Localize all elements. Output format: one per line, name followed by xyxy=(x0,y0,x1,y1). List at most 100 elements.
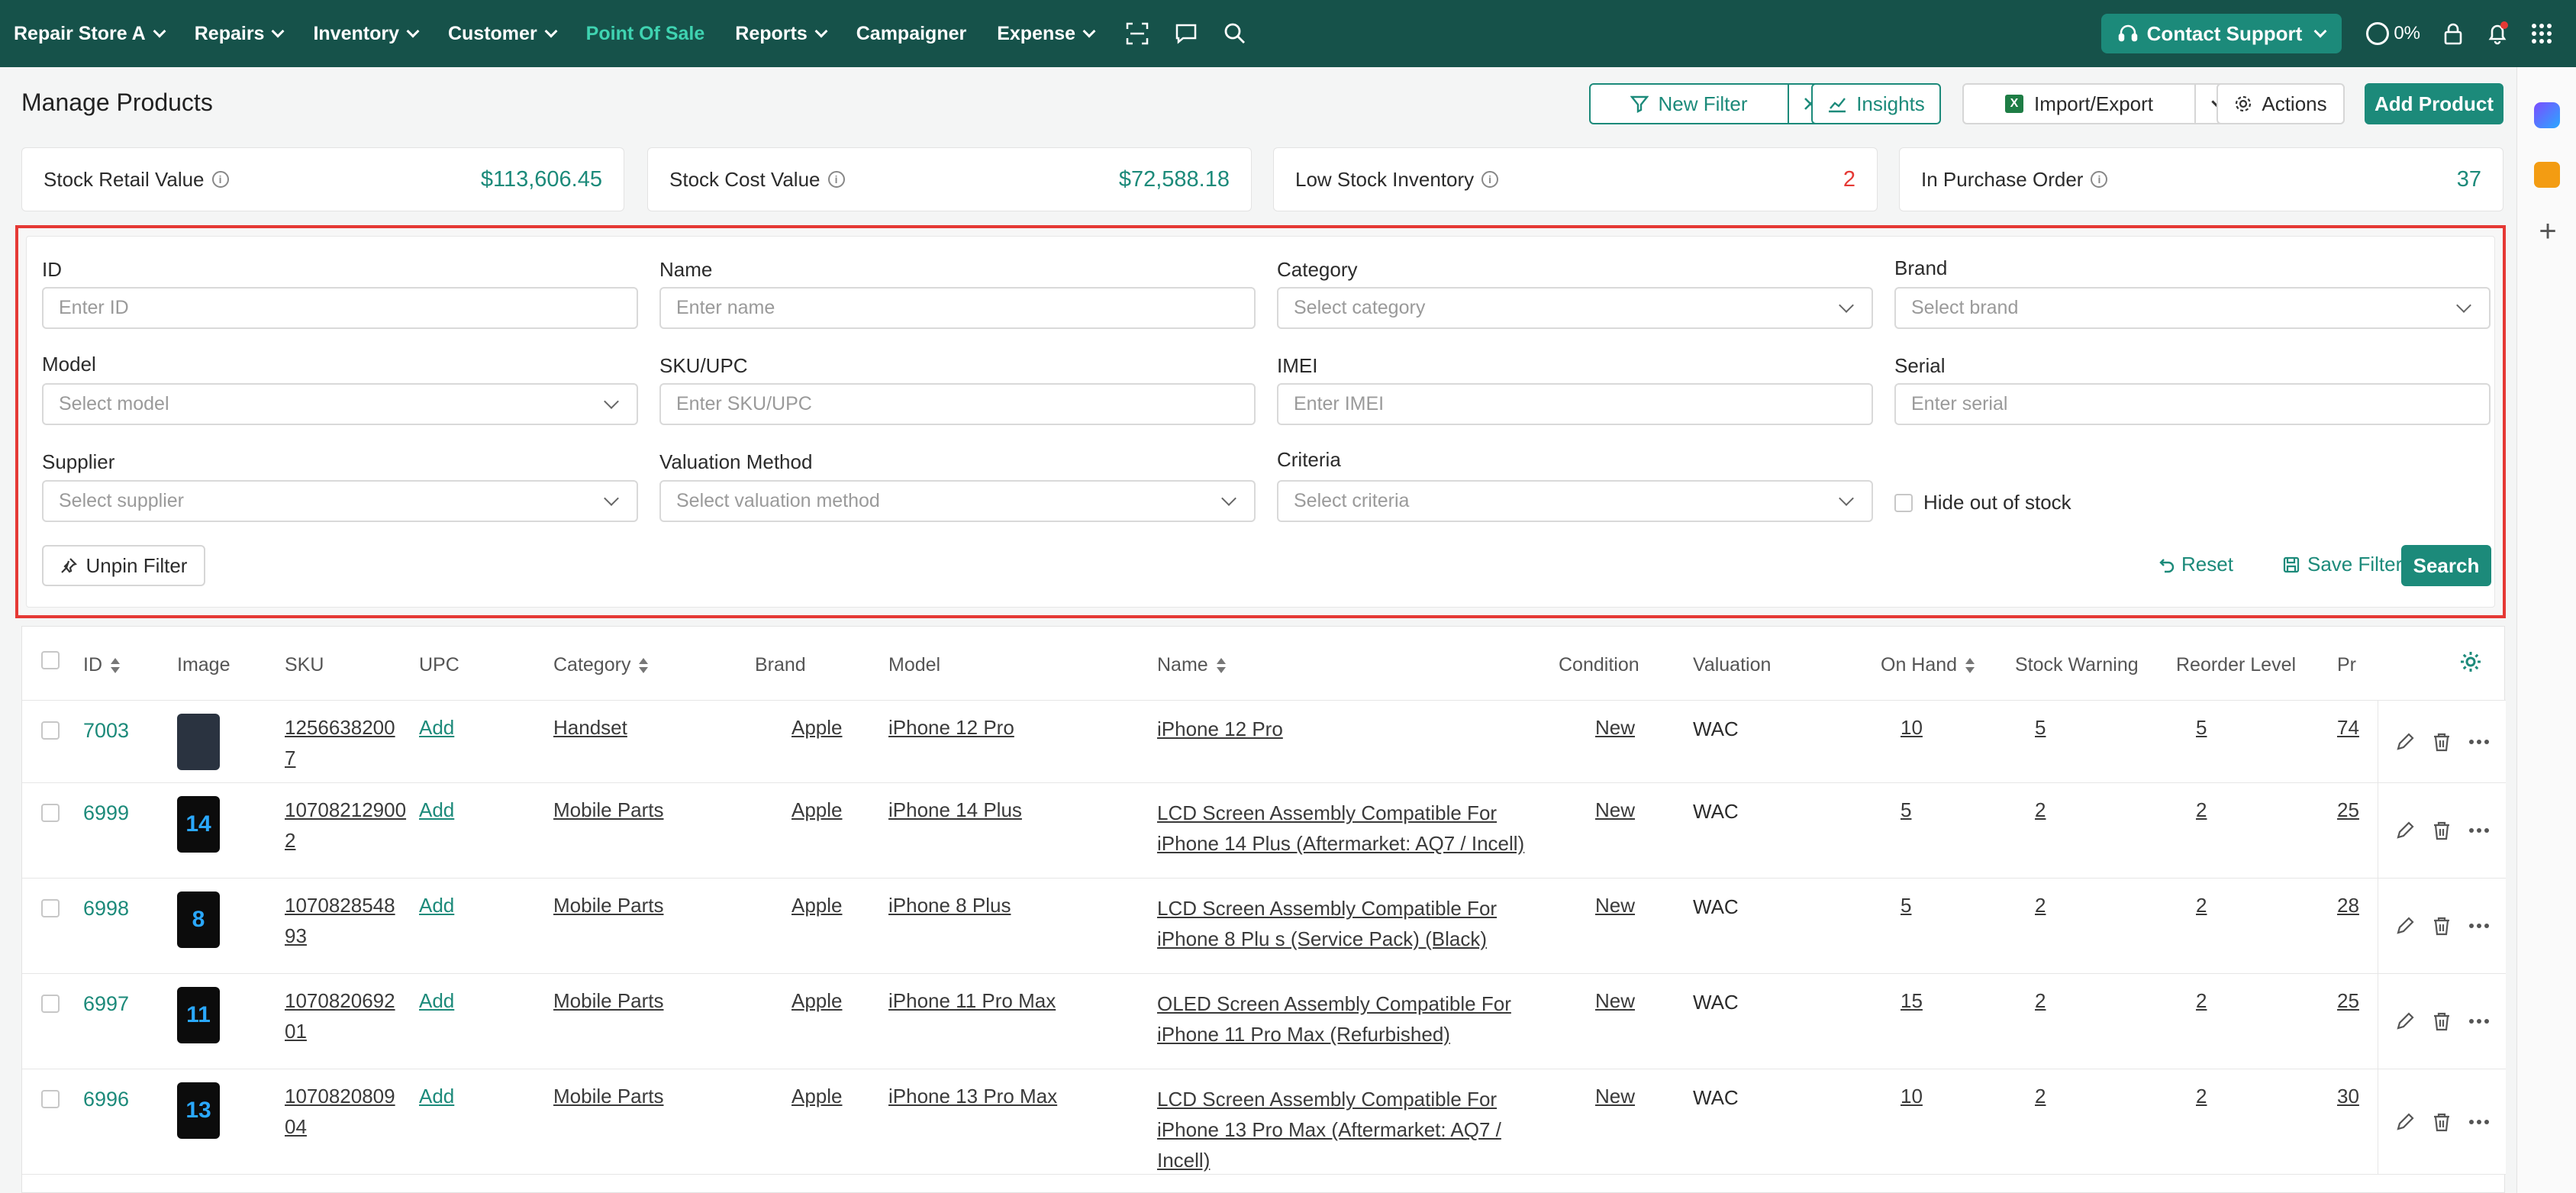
hide-out-of-stock-option[interactable]: Hide out of stock xyxy=(1894,491,2071,514)
hide-out-of-stock-checkbox[interactable] xyxy=(1894,493,1913,512)
edit-icon[interactable] xyxy=(2395,916,2415,936)
brand-link[interactable]: Apple xyxy=(791,985,843,1016)
new-filter-button[interactable]: New Filter xyxy=(1589,83,1789,124)
brand-link[interactable]: Apple xyxy=(791,890,843,921)
store-selector[interactable]: Repair Store A xyxy=(14,23,166,45)
plus-icon[interactable]: + xyxy=(2536,216,2560,247)
stock-warning-link[interactable]: 2 xyxy=(2035,985,2046,1016)
imei-input[interactable]: Enter IMEI xyxy=(1277,383,1873,425)
serial-input[interactable]: Enter serial xyxy=(1894,383,2491,425)
product-name-link[interactable]: iPhone 12 Pro xyxy=(1157,714,1539,744)
nav-customer[interactable]: Customer xyxy=(448,23,558,45)
reorder-level-link[interactable]: 2 xyxy=(2196,890,2207,921)
stock-warning-link[interactable]: 2 xyxy=(2035,1081,2046,1111)
product-name-link[interactable]: LCD Screen Assembly Compatible For iPhone… xyxy=(1157,1084,1539,1175)
edit-icon[interactable] xyxy=(2395,1112,2415,1132)
model-select[interactable]: Select model xyxy=(42,383,638,425)
column-header-name[interactable]: Name xyxy=(1157,654,1227,676)
row-checkbox[interactable] xyxy=(41,804,60,822)
on-hand-link[interactable]: 15 xyxy=(1901,985,1923,1016)
add-upc-link[interactable]: Add xyxy=(419,985,454,1016)
add-product-button[interactable]: Add Product xyxy=(2365,83,2503,124)
condition-link[interactable]: New xyxy=(1595,985,1635,1016)
lock-icon[interactable] xyxy=(2440,21,2466,47)
sku-input[interactable]: Enter SKU/UPC xyxy=(659,383,1256,425)
add-upc-link[interactable]: Add xyxy=(419,890,454,921)
chat-icon[interactable] xyxy=(1173,21,1199,47)
brand-link[interactable]: Apple xyxy=(791,1081,843,1111)
name-input[interactable]: Enter name xyxy=(659,287,1256,329)
scan-icon[interactable] xyxy=(1124,21,1150,47)
select-all-checkbox[interactable] xyxy=(41,651,60,669)
add-upc-link[interactable]: Add xyxy=(419,795,454,825)
id-input[interactable]: Enter ID xyxy=(42,287,638,329)
category-link[interactable]: Mobile Parts xyxy=(553,985,664,1016)
edit-icon[interactable] xyxy=(2395,732,2415,752)
trash-icon[interactable] xyxy=(2433,732,2451,752)
sku-value[interactable]: 1070820692 01 xyxy=(285,985,407,1046)
info-icon[interactable]: i xyxy=(211,171,229,188)
grid-icon[interactable] xyxy=(2529,21,2555,47)
bell-icon[interactable] xyxy=(2484,21,2510,47)
product-thumbnail[interactable]: 11 xyxy=(177,987,220,1043)
valuation-select[interactable]: Select valuation method xyxy=(659,480,1256,522)
sku-value[interactable]: 10708212900 2 xyxy=(285,795,407,856)
product-thumbnail[interactable]: 13 xyxy=(177,1082,220,1139)
product-name-link[interactable]: LCD Screen Assembly Compatible For iPhone… xyxy=(1157,798,1539,859)
more-icon[interactable] xyxy=(2469,1018,2490,1024)
reset-button[interactable]: Reset xyxy=(2158,553,2233,576)
reorder-level-link[interactable]: 2 xyxy=(2196,795,2207,825)
edit-icon[interactable] xyxy=(2395,821,2415,840)
supplier-select[interactable]: Select supplier xyxy=(42,480,638,522)
row-checkbox[interactable] xyxy=(41,899,60,917)
stock-warning-link[interactable]: 2 xyxy=(2035,890,2046,921)
product-id-link[interactable]: 6999 xyxy=(83,798,129,828)
stock-warning-link[interactable]: 5 xyxy=(2035,712,2046,743)
reorder-level-link[interactable]: 2 xyxy=(2196,1081,2207,1111)
reorder-level-link[interactable]: 2 xyxy=(2196,985,2207,1016)
model-link[interactable]: iPhone 11 Pro Max xyxy=(888,985,1056,1016)
on-hand-link[interactable]: 10 xyxy=(1901,712,1923,743)
column-header-id[interactable]: ID xyxy=(83,654,121,676)
insights-button[interactable]: Insights xyxy=(1811,83,1941,124)
column-header-on-hand[interactable]: On Hand xyxy=(1881,654,1975,676)
category-link[interactable]: Mobile Parts xyxy=(553,1081,664,1111)
criteria-select[interactable]: Select criteria xyxy=(1277,480,1873,522)
on-hand-link[interactable]: 5 xyxy=(1901,890,1911,921)
more-icon[interactable] xyxy=(2469,923,2490,929)
app-shortcut-icon[interactable] xyxy=(2534,102,2560,128)
progress-indicator[interactable]: 0% xyxy=(2366,22,2420,45)
model-link[interactable]: iPhone 8 Plus xyxy=(888,890,1011,921)
product-id-link[interactable]: 6998 xyxy=(83,893,129,924)
model-link[interactable]: iPhone 14 Plus xyxy=(888,795,1022,825)
category-link[interactable]: Mobile Parts xyxy=(553,890,664,921)
condition-link[interactable]: New xyxy=(1595,795,1635,825)
product-name-link[interactable]: OLED Screen Assembly Compatible For iPhon… xyxy=(1157,988,1539,1050)
app-shortcut-icon[interactable] xyxy=(2534,162,2560,188)
sku-value[interactable]: 1070828548 93 xyxy=(285,890,407,951)
sku-value[interactable]: 1256638200 7 xyxy=(285,712,407,773)
reorder-level-link[interactable]: 5 xyxy=(2196,712,2207,743)
brand-link[interactable]: Apple xyxy=(791,795,843,825)
stock-warning-link[interactable]: 2 xyxy=(2035,795,2046,825)
product-id-link[interactable]: 7003 xyxy=(83,715,129,746)
info-icon[interactable]: i xyxy=(827,171,845,188)
category-link[interactable]: Mobile Parts xyxy=(553,795,664,825)
nav-expense[interactable]: Expense xyxy=(997,23,1096,45)
nav-inventory[interactable]: Inventory xyxy=(313,23,420,45)
column-header-category[interactable]: Category xyxy=(553,654,649,676)
category-link[interactable]: Handset xyxy=(553,712,627,743)
row-checkbox[interactable] xyxy=(41,1090,60,1108)
model-link[interactable]: iPhone 13 Pro Max xyxy=(888,1081,1057,1111)
info-icon[interactable]: i xyxy=(2091,171,2108,188)
trash-icon[interactable] xyxy=(2433,821,2451,840)
add-upc-link[interactable]: Add xyxy=(419,712,454,743)
import-export-button[interactable]: X Import/Export xyxy=(1962,83,2196,124)
product-name-link[interactable]: LCD Screen Assembly Compatible For iPhone… xyxy=(1157,893,1539,954)
trash-icon[interactable] xyxy=(2433,1011,2451,1031)
product-id-link[interactable]: 6996 xyxy=(83,1084,129,1114)
row-checkbox[interactable] xyxy=(41,721,60,740)
edit-icon[interactable] xyxy=(2395,1011,2415,1031)
category-select[interactable]: Select category xyxy=(1277,287,1873,329)
contact-support-button[interactable]: Contact Support xyxy=(2100,14,2342,53)
